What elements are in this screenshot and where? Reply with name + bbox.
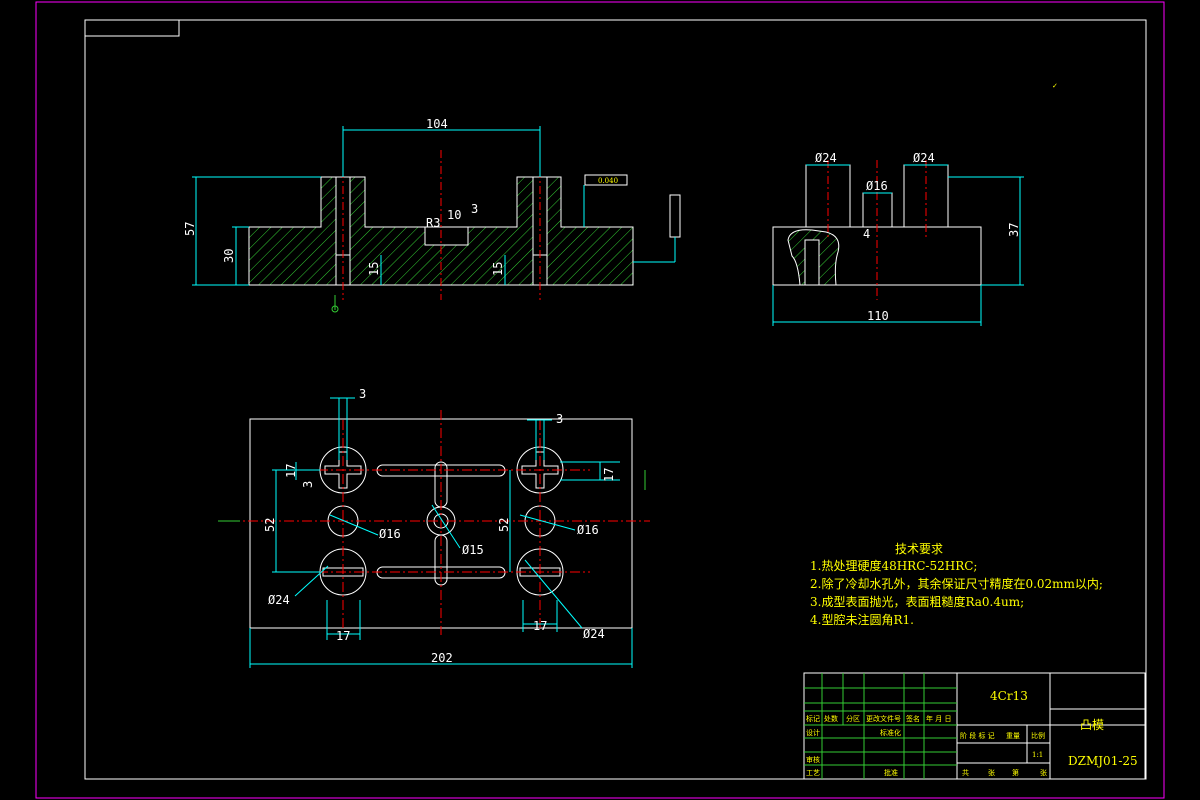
drawing-frame: [84, 19, 1147, 780]
dim-30: 30: [222, 249, 236, 263]
dim-15-left: 15: [367, 262, 381, 276]
tb-stage: 阶 段 标 记: [960, 731, 995, 740]
dim-3-top-right: 3: [556, 412, 563, 426]
tb-label-standard: 标准化: [880, 728, 901, 737]
dim-d24-left: Ø24: [815, 151, 837, 165]
dim-4: 4: [863, 227, 870, 241]
dim-d24-left-plan: Ø24: [268, 593, 290, 607]
tb-material: 4Cr13: [990, 689, 1028, 703]
dim-15-right: 15: [491, 262, 505, 276]
tb-weight: 重量: [1006, 732, 1020, 740]
dim-52-right: 52: [497, 518, 511, 532]
dim-17-bottom-right: 17: [533, 619, 547, 633]
dim-104: 104: [426, 117, 448, 131]
dim-d16: Ø16: [866, 179, 888, 193]
tech-item-4: 4.型腔未注圆角R1.: [810, 612, 914, 627]
dim-52-left: 52: [263, 518, 277, 532]
cad-drawing: ✓ 104 57 30 15 15 R3 10 3 0.040 Ø24 Ø24 …: [35, 1, 1165, 799]
dim-3: 3: [471, 202, 478, 216]
code-box: [84, 19, 180, 37]
drawing-canvas: ✓ 104 57 30 15 15 R3 10 3 0.040 Ø24 Ø24 …: [0, 0, 1200, 800]
tb-label-process: 工艺: [806, 769, 820, 777]
dim-110: 110: [867, 309, 889, 323]
sheet-border: [35, 1, 1165, 799]
title-block: 标记 处数 分区 更改文件号 签名 年 月 日 设计 审核 工艺 标准化 批准 …: [803, 672, 1146, 780]
dim-17-right: 17: [602, 468, 616, 482]
dim-3-top-left: 3: [359, 387, 366, 401]
tb-drawing-number: DZMJ01-25: [1068, 754, 1138, 768]
tb-sheet-no: 第: [1012, 768, 1019, 777]
front-view: 104 57 30 15 15 R3 10 3 0.040: [183, 117, 681, 313]
dim-10: 10: [447, 208, 461, 222]
tolerance-value: 0.040: [598, 177, 618, 185]
dim-d24-right: Ø24: [913, 151, 935, 165]
dim-3-left: 3: [301, 481, 315, 488]
dim-r3: R3: [426, 216, 440, 230]
plan-view: 3 3 17 3 17 52 52 Ø16 Ø16 Ø15 Ø24 Ø24 17: [218, 387, 650, 668]
tech-item-2: 2.除了冷却水孔外，其余保证尺寸精度在0.02mm以内;: [810, 576, 1103, 591]
tech-requirements: 技术要求 1.热处理硬度48HRC-52HRC; 2.除了冷却水孔外，其余保证尺…: [810, 542, 1103, 627]
tb-sheets: 张: [988, 768, 995, 777]
tech-title: 技术要求: [895, 542, 943, 556]
dim-17-left: 17: [284, 464, 298, 478]
tech-item-1: 1.热处理硬度48HRC-52HRC;: [810, 558, 977, 573]
tb-label-zone: 分区: [846, 714, 860, 723]
tb-label-review: 审核: [806, 755, 820, 764]
dim-17-bottom-left: 17: [336, 629, 350, 643]
roughness-mark: ✓: [1052, 82, 1058, 90]
dim-d15: Ø15: [462, 543, 484, 557]
tb-scale: 1:1: [1032, 751, 1043, 759]
tb-label-mark: 标记: [806, 714, 820, 723]
dim-202: 202: [431, 651, 453, 665]
tb-part-name: 凸模: [1080, 718, 1104, 732]
tb-sheet: 张: [1040, 768, 1047, 777]
tech-item-3: 3.成型表面抛光，表面粗糙度Ra0.4um;: [810, 594, 1024, 609]
tolerance-frame-2: [669, 194, 681, 238]
dim-d16-right: Ø16: [577, 523, 599, 537]
tb-label-change: 更改文件号: [866, 714, 901, 723]
side-view: Ø24 Ø24 Ø16 4 37 110: [772, 151, 1024, 326]
tb-total: 共: [962, 768, 969, 777]
tb-label-count: 处数: [824, 714, 838, 723]
tb-label-date: 年 月 日: [926, 714, 951, 723]
dim-57: 57: [183, 222, 197, 236]
dim-d24-right-plan: Ø24: [583, 627, 605, 641]
tb-label-approve: 批准: [884, 768, 898, 777]
dim-37: 37: [1007, 223, 1021, 237]
tb-scale-label: 比例: [1031, 731, 1045, 740]
tb-label-design: 设计: [806, 728, 820, 737]
tb-label-sign: 签名: [906, 714, 920, 723]
dim-d16-left: Ø16: [379, 527, 401, 541]
